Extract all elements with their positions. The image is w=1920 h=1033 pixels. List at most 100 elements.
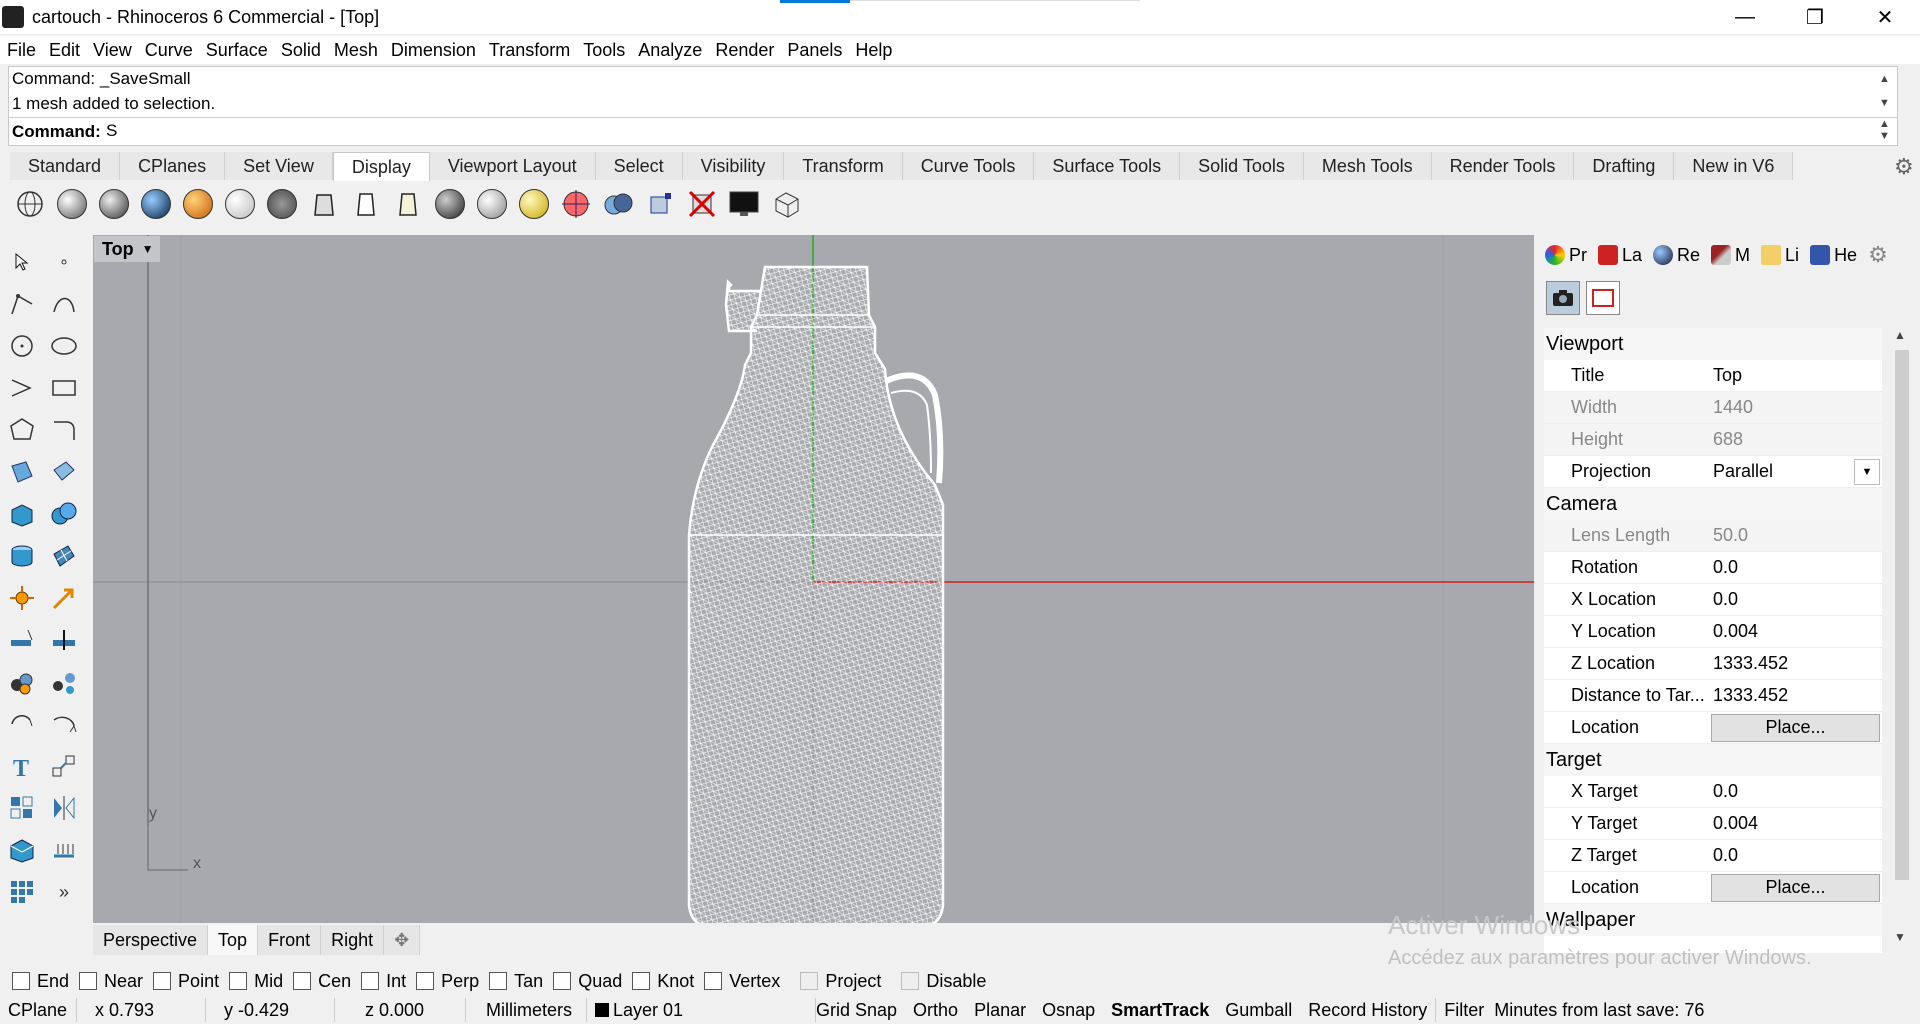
osnap-perp[interactable]: Perp: [416, 971, 479, 992]
target-place-button[interactable]: Place...: [1711, 873, 1880, 902]
checkbox[interactable]: [79, 972, 98, 990]
tab-set-view[interactable]: Set View: [225, 152, 333, 180]
split-icon[interactable]: [46, 622, 82, 658]
tab-select[interactable]: Select: [595, 152, 683, 180]
polygon-icon[interactable]: [4, 412, 40, 448]
menu-curve[interactable]: Curve: [138, 40, 199, 61]
monitor-icon[interactable]: [726, 186, 762, 222]
rhino-app-icon[interactable]: [2, 6, 24, 28]
mesh-icon[interactable]: [46, 538, 82, 574]
scroll-down-icon[interactable]: ▼: [1894, 930, 1906, 944]
panel-tab-help[interactable]: He: [1805, 240, 1863, 270]
camera-icon[interactable]: [1546, 281, 1580, 315]
layer-box-icon[interactable]: [4, 832, 40, 868]
tab-visibility[interactable]: Visibility: [682, 152, 785, 180]
viewport-dropdown-icon[interactable]: ▼: [142, 242, 154, 256]
history-scroll-up-icon[interactable]: ▲: [1879, 73, 1890, 85]
prop-value[interactable]: Top: [1711, 365, 1882, 386]
osnap-toggle[interactable]: Osnap: [1034, 998, 1103, 1022]
menu-help[interactable]: Help: [848, 40, 898, 61]
tab-display[interactable]: Display: [332, 152, 430, 181]
layer-status[interactable]: Layer 01: [587, 998, 816, 1022]
fillet-curve-icon[interactable]: [46, 412, 82, 448]
polyline-icon[interactable]: [4, 286, 40, 322]
viewport-title-tab[interactable]: Top ▼: [94, 236, 160, 262]
shaded-ball-icon[interactable]: [474, 186, 510, 222]
panel-gear-icon[interactable]: ⚙: [1863, 240, 1894, 270]
select-arrow-icon[interactable]: [4, 244, 40, 280]
dimension-icon[interactable]: [4, 622, 40, 658]
menu-dimension[interactable]: Dimension: [384, 40, 482, 61]
checkbox[interactable]: [704, 972, 723, 990]
osnap-disable[interactable]: Disable: [901, 971, 986, 992]
units-status[interactable]: Millimeters: [466, 998, 587, 1022]
menu-view[interactable]: View: [86, 40, 138, 61]
checkbox[interactable]: [12, 972, 30, 990]
array-icon[interactable]: [4, 790, 40, 826]
mirror-icon[interactable]: [46, 790, 82, 826]
record-history-toggle[interactable]: Record History: [1300, 998, 1437, 1022]
prompt-up-icon[interactable]: ▲: [1879, 118, 1890, 130]
arc-icon[interactable]: [4, 370, 40, 406]
pen-icon[interactable]: [390, 186, 426, 222]
panel-tab-layers[interactable]: La: [1593, 240, 1648, 270]
osnap-project[interactable]: Project: [800, 971, 881, 992]
panel-tab-libraries[interactable]: Li: [1756, 240, 1805, 270]
panel-tab-render[interactable]: Re: [1648, 240, 1706, 270]
menu-mesh[interactable]: Mesh: [327, 40, 384, 61]
checkbox[interactable]: [293, 972, 312, 990]
ghosted-sphere-icon[interactable]: [222, 186, 258, 222]
menu-solid[interactable]: Solid: [274, 40, 327, 61]
viewport-tab-right[interactable]: Right: [321, 925, 385, 955]
filter-toggle[interactable]: Filter: [1436, 998, 1490, 1022]
rotate-3d-icon[interactable]: [46, 706, 82, 742]
tab-surface-tools[interactable]: Surface Tools: [1034, 152, 1181, 180]
disable-icon[interactable]: [684, 186, 720, 222]
shaded-box-icon[interactable]: [768, 186, 804, 222]
checkbox[interactable]: [553, 972, 572, 990]
rotate-icon[interactable]: [4, 706, 40, 742]
wireframe-globe-icon[interactable]: [432, 186, 468, 222]
ungroup-icon[interactable]: [46, 664, 82, 700]
menu-transform[interactable]: Transform: [482, 40, 576, 61]
analyze-direction-icon[interactable]: [46, 580, 82, 616]
scroll-up-icon[interactable]: ▲: [1894, 328, 1906, 342]
tab-render-tools[interactable]: Render Tools: [1431, 152, 1575, 180]
panel-tab-materials[interactable]: M: [1706, 240, 1756, 270]
grid-tools-icon[interactable]: [4, 874, 40, 910]
prop-value[interactable]: 0.0: [1711, 845, 1882, 866]
bottle-mesh[interactable]: [687, 265, 945, 923]
checkbox[interactable]: [361, 972, 380, 990]
history-scroll-down-icon[interactable]: ▼: [1879, 97, 1890, 109]
camera-place-button[interactable]: Place...: [1711, 713, 1880, 742]
projection-select[interactable]: Parallel: [1711, 461, 1854, 482]
prompt-down-icon[interactable]: ▼: [1879, 130, 1890, 142]
artistic-icon[interactable]: [348, 186, 384, 222]
hatch-icon[interactable]: [46, 832, 82, 868]
menu-render[interactable]: Render: [708, 40, 780, 61]
tab-mesh-tools[interactable]: Mesh Tools: [1303, 152, 1432, 180]
ellipse-icon[interactable]: [46, 328, 82, 364]
checkbox[interactable]: [153, 972, 172, 990]
tab-cplanes[interactable]: CPlanes: [120, 152, 226, 180]
cylinder-icon[interactable]: [4, 538, 40, 574]
gumball-toggle[interactable]: Gumball: [1217, 998, 1300, 1022]
menu-panels[interactable]: Panels: [780, 40, 848, 61]
smarttrack-toggle[interactable]: SmartTrack: [1103, 998, 1217, 1022]
osnap-tan[interactable]: Tan: [489, 971, 543, 992]
prop-value[interactable]: 1333.452: [1711, 653, 1882, 674]
viewport-frame-icon[interactable]: [1586, 281, 1620, 315]
tab-transform[interactable]: Transform: [784, 152, 903, 180]
scale-icon[interactable]: [46, 748, 82, 784]
tab-curve-tools[interactable]: Curve Tools: [902, 152, 1035, 180]
twin-spheres-icon[interactable]: [600, 186, 636, 222]
toolbar-gear-icon[interactable]: ⚙: [1894, 154, 1914, 180]
osnap-vertex[interactable]: Vertex: [704, 971, 780, 992]
box-icon[interactable]: [4, 496, 40, 532]
prop-value[interactable]: 0.004: [1711, 621, 1882, 642]
box-grips-icon[interactable]: [642, 186, 678, 222]
tab-solid-tools[interactable]: Solid Tools: [1180, 152, 1304, 180]
checkbox[interactable]: [632, 972, 651, 990]
circle-icon[interactable]: [4, 328, 40, 364]
checkbox[interactable]: [800, 972, 819, 990]
